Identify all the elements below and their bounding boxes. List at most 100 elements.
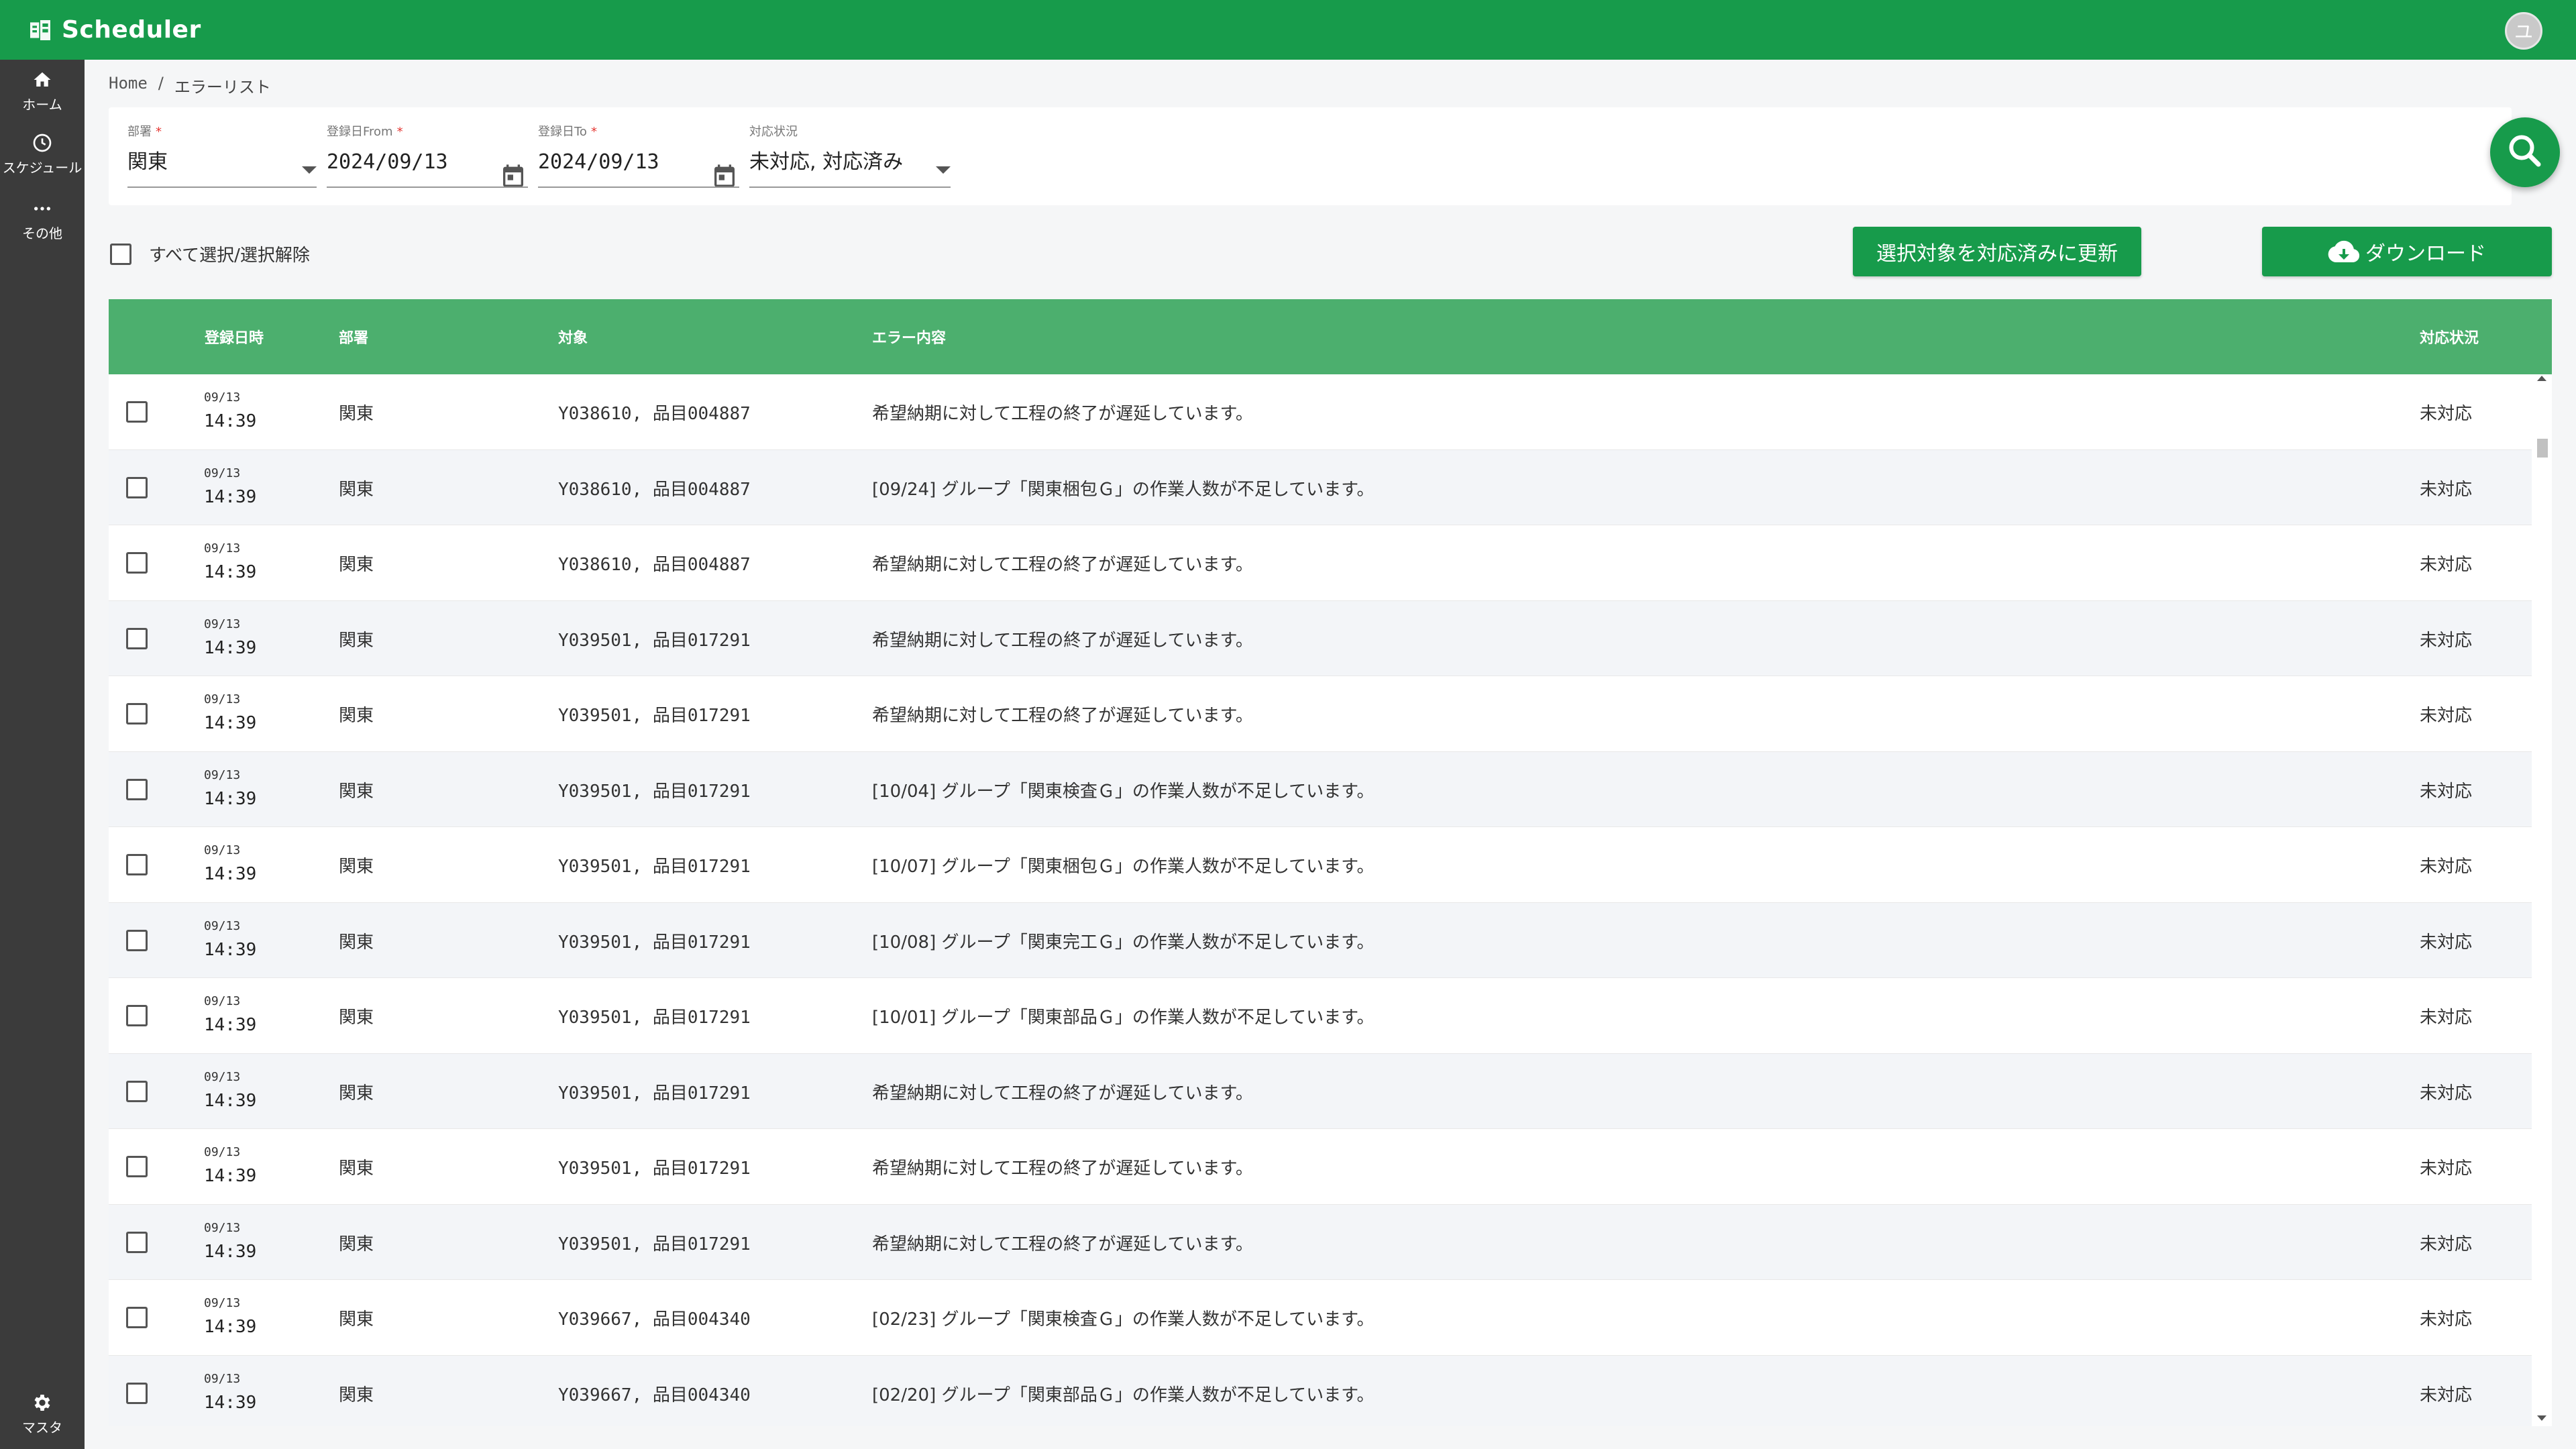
app-brand[interactable]: Scheduler — [27, 16, 201, 44]
table-row[interactable]: 09/13 14:39 関東 Y039501, 品目017291 [10/01] グルー… — [109, 978, 2532, 1054]
table-row[interactable]: 09/13 14:39 関東 Y038610, 品目004887 [09/24] グルー… — [109, 449, 2532, 525]
table-row[interactable]: 09/13 14:39 関東 Y039501, 品目017291 希望納期に対して工程の… — [109, 676, 2532, 752]
home-icon — [31, 68, 54, 91]
select-all-checkbox[interactable] — [110, 243, 131, 265]
row-status: 未対応 — [2420, 1008, 2473, 1028]
row-checkbox[interactable] — [126, 1382, 148, 1404]
row-checkbox[interactable] — [126, 929, 148, 951]
row-time: 14:39 — [204, 486, 257, 507]
select-all-toggle[interactable]: すべて選択/選択解除 — [110, 241, 310, 266]
row-date: 09/13 — [204, 390, 241, 405]
status-value: 未対応, 対応済み — [749, 150, 904, 174]
date-from-field[interactable]: 登録日From * 2024/09/13 — [327, 122, 528, 188]
user-avatar[interactable]: ユ — [2505, 12, 2542, 50]
col-header-target[interactable]: 対象 — [558, 326, 588, 347]
row-dept: 関東 — [339, 781, 374, 802]
col-header-registered[interactable]: 登録日時 — [205, 326, 264, 347]
row-checkbox[interactable] — [126, 854, 148, 875]
table-row[interactable]: 09/13 14:39 関東 Y038610, 品目004887 希望納期に対して工程の… — [109, 525, 2532, 601]
row-status: 未対応 — [2420, 857, 2473, 877]
table-row[interactable]: 09/13 14:39 関東 Y039501, 品目017291 [10/04] グルー… — [109, 751, 2532, 827]
row-status: 未対応 — [2420, 404, 2473, 424]
row-checkbox[interactable] — [126, 1005, 148, 1026]
row-dept: 関東 — [339, 706, 374, 726]
row-date: 09/13 — [204, 1220, 241, 1235]
row-checkbox[interactable] — [126, 627, 148, 649]
row-dept: 関東 — [339, 857, 374, 877]
row-checkbox[interactable] — [126, 476, 148, 498]
field-underline — [538, 186, 739, 188]
row-date: 09/13 — [204, 843, 241, 857]
scroll-thumb[interactable] — [2537, 439, 2548, 458]
row-target: Y039501, 品目017291 — [558, 857, 751, 877]
table-row[interactable]: 09/13 14:39 関東 Y038610, 品目004887 希望納期に対して工程の… — [109, 374, 2532, 450]
row-status: 未対応 — [2420, 932, 2473, 953]
row-checkbox[interactable] — [126, 703, 148, 724]
table-row[interactable]: 09/13 14:39 関東 Y039501, 品目017291 希望納期に対して工程の… — [109, 600, 2532, 676]
row-target: Y039501, 品目017291 — [558, 1234, 751, 1254]
breadcrumb-home[interactable]: Home — [109, 74, 148, 97]
chevron-down-icon — [302, 166, 317, 174]
date-to-field[interactable]: 登録日To * 2024/09/13 — [538, 122, 739, 188]
app-title: Scheduler — [62, 16, 201, 44]
row-status: 未対応 — [2420, 1083, 2473, 1104]
row-checkbox[interactable] — [126, 1080, 148, 1102]
row-dept: 関東 — [339, 932, 374, 953]
status-label: 対応状況 — [749, 125, 798, 139]
download-button[interactable]: ダウンロード — [2262, 227, 2552, 276]
dept-label: 部署 — [127, 125, 152, 139]
row-status: 未対応 — [2420, 1159, 2473, 1179]
search-button[interactable] — [2490, 117, 2560, 187]
table-scrollbar[interactable] — [2532, 374, 2552, 1426]
row-error-message: 希望納期に対して工程の終了が遅延しています。 — [872, 1083, 1253, 1104]
table-row[interactable]: 09/13 14:39 関東 Y039501, 品目017291 [10/07] グルー… — [109, 827, 2532, 903]
filter-panel: 部署 * 関東 登録日From * 2024/09/13 登録日To * 2024/0… — [109, 107, 2512, 205]
row-date: 09/13 — [204, 541, 241, 555]
nav-item-schedule[interactable]: スケジュール — [0, 123, 85, 184]
row-checkbox[interactable] — [126, 1231, 148, 1253]
table-header: 登録日時 部署 対象 エラー内容 対応状況 — [109, 299, 2552, 374]
scroll-down-arrow-icon[interactable] — [2537, 1415, 2546, 1421]
table-row[interactable]: 09/13 14:39 関東 Y039501, 品目017291 希望納期に対して工程の… — [109, 1129, 2532, 1205]
row-checkbox[interactable] — [126, 1156, 148, 1177]
table-row[interactable]: 09/13 14:39 関東 Y039501, 品目017291 [10/08] グルー… — [109, 902, 2532, 978]
nav-item-other[interactable]: その他 — [0, 189, 85, 250]
row-error-message: [09/24] グループ「関東梱包Ｇ」の作業人数が不足しています。 — [872, 479, 1375, 500]
row-time: 14:39 — [204, 637, 257, 658]
update-selected-button[interactable]: 選択対象を対応済みに更新 — [1853, 227, 2141, 276]
row-date: 09/13 — [204, 994, 241, 1008]
required-mark: * — [396, 125, 403, 139]
row-error-message: [10/04] グループ「関東検査Ｇ」の作業人数が不足しています。 — [872, 781, 1375, 802]
nav-label-master: マスタ — [22, 1419, 62, 1436]
row-checkbox[interactable] — [126, 1307, 148, 1328]
table-row[interactable]: 09/13 14:39 関東 Y039667, 品目004340 [02/20] グルー… — [109, 1355, 2532, 1426]
table-row[interactable]: 09/13 14:39 関東 Y039501, 品目017291 希望納期に対して工程の… — [109, 1053, 2532, 1129]
col-header-dept[interactable]: 部署 — [339, 326, 368, 347]
row-checkbox[interactable] — [126, 401, 148, 423]
scroll-up-arrow-icon[interactable] — [2537, 376, 2546, 381]
col-header-error[interactable]: エラー内容 — [872, 326, 946, 347]
row-target: Y039501, 品目017291 — [558, 706, 751, 726]
row-error-message: 希望納期に対して工程の終了が遅延しています。 — [872, 404, 1253, 424]
row-target: Y039501, 品目017291 — [558, 932, 751, 953]
dept-select[interactable]: 部署 * 関東 — [127, 122, 317, 188]
row-checkbox[interactable] — [126, 552, 148, 574]
nav-item-master[interactable]: マスタ — [0, 1383, 85, 1444]
table-row[interactable]: 09/13 14:39 関東 Y039501, 品目017291 希望納期に対して工程の… — [109, 1204, 2532, 1280]
table-row[interactable]: 09/13 14:39 関東 Y039667, 品目004340 [02/23] グルー… — [109, 1280, 2532, 1356]
status-select[interactable]: 対応状況 未対応, 対応済み — [749, 122, 951, 188]
search-icon — [2505, 131, 2545, 174]
row-error-message: 希望納期に対して工程の終了が遅延しています。 — [872, 630, 1253, 651]
row-time: 14:39 — [204, 939, 257, 960]
row-error-message: [02/20] グループ「関東部品Ｇ」の作業人数が不足しています。 — [872, 1385, 1375, 1405]
row-date: 09/13 — [204, 1371, 241, 1386]
col-header-status[interactable]: 対応状況 — [2420, 326, 2479, 347]
clock-icon — [31, 131, 54, 154]
row-status: 未対応 — [2420, 555, 2473, 575]
row-time: 14:39 — [204, 713, 257, 733]
nav-item-home[interactable]: ホーム — [0, 60, 85, 121]
row-dept: 関東 — [339, 1008, 374, 1028]
row-status: 未対応 — [2420, 1309, 2473, 1330]
row-date: 09/13 — [204, 1296, 241, 1310]
row-checkbox[interactable] — [126, 778, 148, 800]
